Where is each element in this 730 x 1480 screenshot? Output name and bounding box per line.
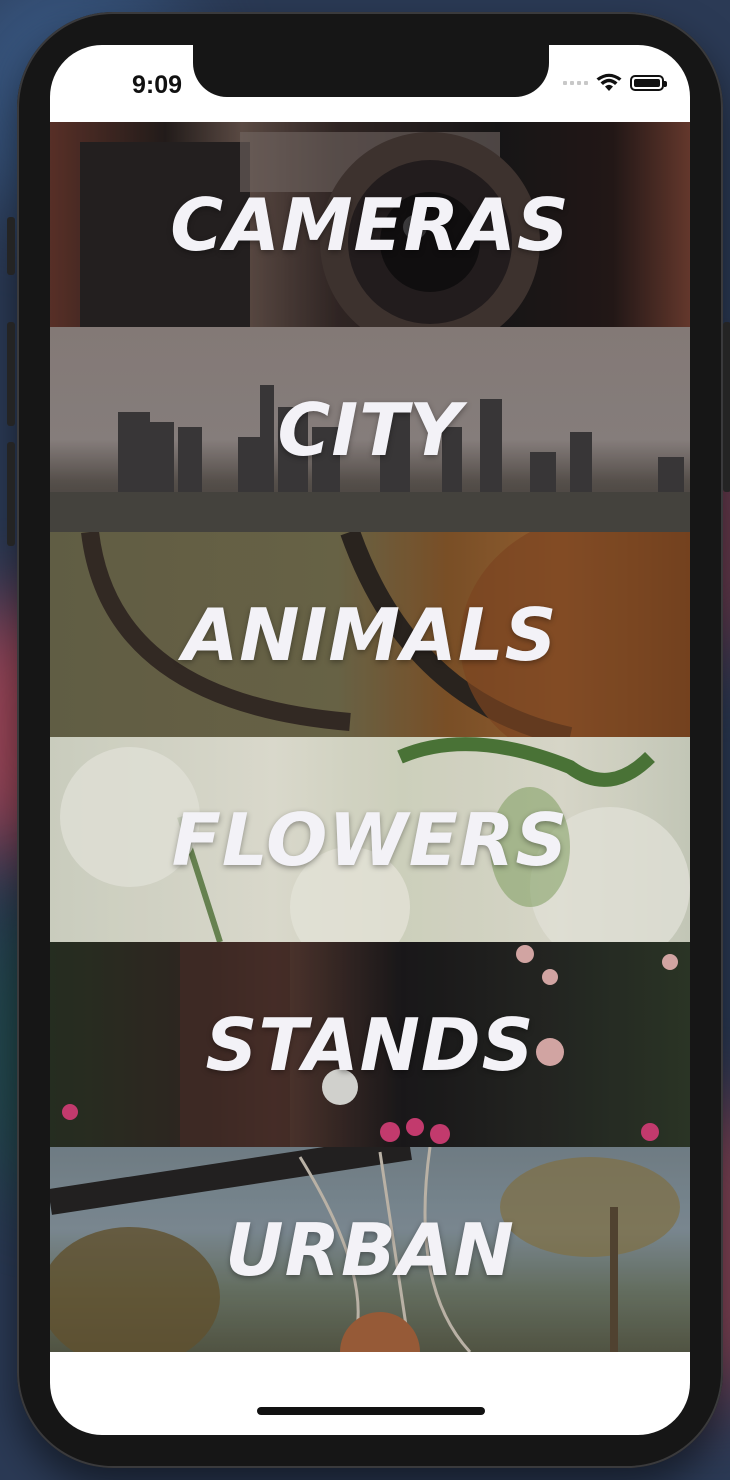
silent-switch — [7, 217, 15, 275]
category-label: ANIMALS — [182, 592, 558, 677]
cellular-signal-icon — [563, 81, 588, 85]
category-row-cameras[interactable]: CAMERAS — [50, 122, 690, 327]
category-row-urban[interactable]: URBAN — [50, 1147, 690, 1352]
battery-icon — [630, 75, 667, 91]
category-label: FLOWERS — [171, 797, 569, 882]
category-label: STANDS — [205, 1002, 535, 1087]
phone-screen: 9:09 CAMERAS CITY ANIMALS FLOWERS STANDS… — [50, 45, 690, 1435]
category-label: CAMERAS — [170, 182, 570, 267]
category-row-animals[interactable]: ANIMALS — [50, 532, 690, 737]
category-row-city[interactable]: CITY — [50, 327, 690, 532]
power-button — [723, 322, 730, 492]
volume-down-button — [7, 442, 15, 546]
category-row-flowers[interactable]: FLOWERS — [50, 737, 690, 942]
wifi-icon — [596, 73, 622, 91]
category-label: URBAN — [225, 1207, 515, 1292]
volume-up-button — [7, 322, 15, 426]
notch — [193, 45, 549, 97]
home-indicator[interactable] — [257, 1407, 485, 1415]
status-icons — [563, 73, 667, 93]
category-list: CAMERAS CITY ANIMALS FLOWERS STANDS URBA… — [50, 122, 690, 1352]
category-row-stands[interactable]: STANDS — [50, 942, 690, 1147]
category-label: CITY — [277, 387, 463, 472]
